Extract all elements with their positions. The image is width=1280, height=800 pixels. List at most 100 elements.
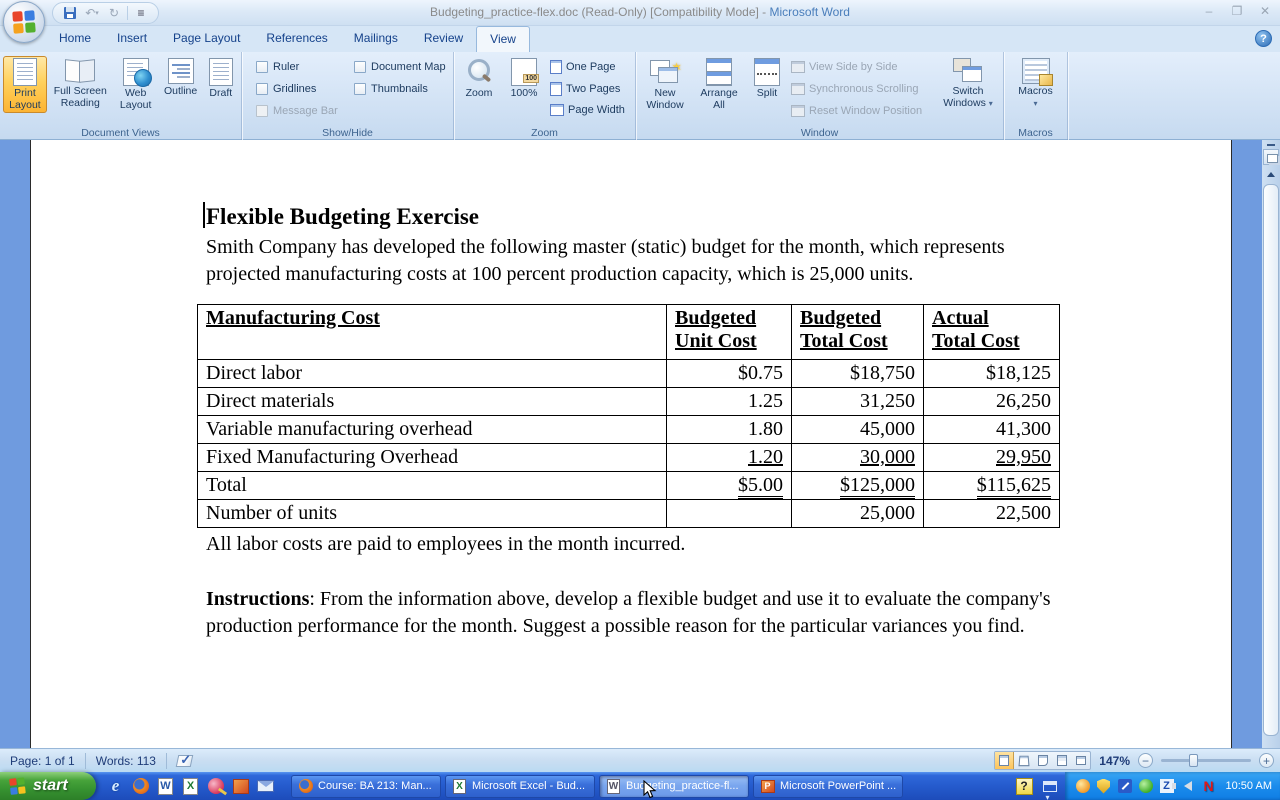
print-layout-icon [13, 58, 37, 86]
save-button[interactable] [61, 4, 79, 22]
clock[interactable]: 10:50 AM [1222, 780, 1272, 792]
start-button[interactable]: start [0, 772, 96, 800]
zoom-in-button[interactable]: + [1259, 753, 1274, 768]
tab-review[interactable]: Review [411, 26, 476, 52]
toolbar-restore-icon[interactable] [1043, 781, 1057, 792]
draft-button[interactable]: Draft [204, 56, 238, 113]
office-logo-icon [12, 10, 35, 33]
split-button[interactable]: Split [747, 56, 787, 113]
document-area: Flexible Budgeting Exercise Smith Compan… [0, 140, 1280, 748]
group-label-document-views: Document Views [0, 127, 241, 139]
switch-windows-button[interactable]: SwitchWindows ▾ [938, 56, 998, 111]
help-tray-icon[interactable]: ? [1016, 778, 1033, 795]
close-button[interactable]: ✕ [1256, 4, 1274, 18]
access-icon[interactable] [206, 777, 225, 796]
volume-tray-icon[interactable] [1180, 778, 1196, 794]
powerpoint-icon: P [760, 779, 775, 794]
two-pages-button[interactable]: Two Pages [550, 82, 620, 96]
tab-page-layout[interactable]: Page Layout [160, 26, 253, 52]
print-layout-view-button[interactable] [995, 752, 1014, 769]
ribbon-tab-row: Home Insert Page Layout References Maili… [0, 26, 1280, 52]
tools-tray-icon[interactable] [1117, 778, 1133, 794]
document-page[interactable]: Flexible Budgeting Exercise Smith Compan… [30, 140, 1232, 748]
taskbar-item-word-active[interactable]: W Budgeting_practice-fl... [599, 775, 749, 798]
thumbnails-checkbox[interactable]: Thumbnails [354, 83, 428, 95]
full-screen-reading-icon [1018, 756, 1029, 766]
draft-view-button[interactable] [1071, 752, 1090, 769]
qat-separator [127, 6, 128, 20]
scrollbar-thumb[interactable] [1263, 184, 1279, 736]
web-layout-button[interactable]: WebLayout [114, 56, 158, 113]
updates-tray-icon[interactable] [1138, 778, 1154, 794]
word-count[interactable]: Words: 113 [86, 753, 166, 769]
gridlines-checkbox[interactable]: Gridlines [256, 83, 316, 95]
checkbox-icon [354, 61, 366, 73]
intro-paragraph: Smith Company has developed the followin… [206, 234, 1059, 288]
security-shield-tray-icon[interactable] [1096, 778, 1112, 794]
spellcheck-icon [176, 755, 194, 767]
outline-button[interactable]: Outline [160, 56, 202, 113]
table-row: Variable manufacturing overhead 1.80 45,… [198, 416, 1060, 444]
page-width-button[interactable]: Page Width [550, 104, 625, 116]
undo-button[interactable]: ↶▾ [83, 4, 101, 22]
header-manufacturing-cost: Manufacturing Cost [198, 305, 667, 360]
internet-explorer-icon[interactable]: e [106, 777, 125, 796]
ribbon-minimize-handle[interactable] [1263, 142, 1279, 148]
excel-icon[interactable]: X [181, 777, 200, 796]
checkbox-icon [256, 83, 268, 95]
ribbon: PrintLayout Full ScreenReading WebLayout… [0, 52, 1280, 140]
zoom-level[interactable]: 147% [1099, 754, 1130, 768]
tab-mailings[interactable]: Mailings [341, 26, 411, 52]
firefox-icon[interactable] [131, 777, 150, 796]
ruler-checkbox[interactable]: Ruler [256, 61, 299, 73]
outlook-express-icon[interactable] [256, 777, 275, 796]
zoom-slider-thumb[interactable] [1189, 754, 1198, 767]
messenger-tray-icon[interactable] [1075, 778, 1091, 794]
powerpoint-icon[interactable] [231, 777, 250, 796]
group-window: ✶ NewWindow ArrangeAll Split View Side b… [636, 52, 1004, 140]
restore-button[interactable]: ❐ [1228, 4, 1246, 18]
scroll-up-arrow[interactable] [1263, 167, 1279, 181]
header-budgeted-total-cost: BudgetedTotal Cost [792, 305, 924, 360]
word-icon[interactable]: W [156, 777, 175, 796]
tab-references[interactable]: References [253, 26, 340, 52]
new-window-button[interactable]: ✶ NewWindow [639, 56, 691, 113]
page-indicator[interactable]: Page: 1 of 1 [0, 753, 85, 769]
taskbar-item-firefox[interactable]: Course: BA 213: Man... [291, 775, 441, 798]
tab-home[interactable]: Home [46, 26, 104, 52]
synchronous-scrolling-icon [791, 83, 805, 95]
minimize-button[interactable]: ‒ [1200, 4, 1218, 18]
taskbar-windows: Course: BA 213: Man... X Microsoft Excel… [285, 775, 903, 798]
full-screen-view-button[interactable] [1014, 752, 1033, 769]
proofing-status-button[interactable] [167, 753, 202, 769]
draft-icon [209, 58, 233, 86]
customize-qat-button[interactable]: ≡ [132, 4, 150, 22]
macros-button[interactable]: Macros▾ [1010, 56, 1062, 111]
one-page-button[interactable]: One Page [550, 60, 616, 74]
taskbar-item-powerpoint[interactable]: P Microsoft PowerPoint ... [753, 775, 903, 798]
office-button[interactable] [3, 1, 45, 43]
redo-button[interactable]: ↻ [105, 4, 123, 22]
view-ruler-toggle-button[interactable] [1263, 149, 1279, 165]
zoom-100-button[interactable]: 100% [503, 56, 545, 102]
instructions-paragraph: Instructions: From the information above… [206, 586, 1059, 640]
instructions-label: Instructions [206, 588, 309, 610]
help-button[interactable]: ? [1255, 30, 1272, 47]
window-title: Budgeting_practice-flex.doc (Read-Only) … [0, 5, 1280, 19]
table-row-units: Number of units 25,000 22,500 [198, 500, 1060, 528]
full-screen-reading-button[interactable]: Full ScreenReading [49, 56, 112, 113]
zoom-button[interactable]: Zoom [457, 56, 501, 102]
document-map-checkbox[interactable]: Document Map [354, 61, 446, 73]
web-layout-view-button[interactable] [1033, 752, 1052, 769]
norton-tray-icon[interactable]: N [1201, 778, 1217, 794]
zoom-out-button[interactable]: − [1138, 753, 1153, 768]
budget-table: Manufacturing Cost BudgetedUnit Cost Bud… [197, 304, 1060, 528]
outline-view-button[interactable] [1052, 752, 1071, 769]
zoom-slider[interactable] [1161, 759, 1251, 762]
tab-view[interactable]: View [476, 26, 530, 52]
taskbar-item-excel[interactable]: X Microsoft Excel - Bud... [445, 775, 595, 798]
arrange-all-button[interactable]: ArrangeAll [693, 56, 745, 113]
tab-insert[interactable]: Insert [104, 26, 160, 52]
vertical-scrollbar[interactable] [1262, 140, 1280, 748]
print-layout-button[interactable]: PrintLayout [3, 56, 47, 113]
